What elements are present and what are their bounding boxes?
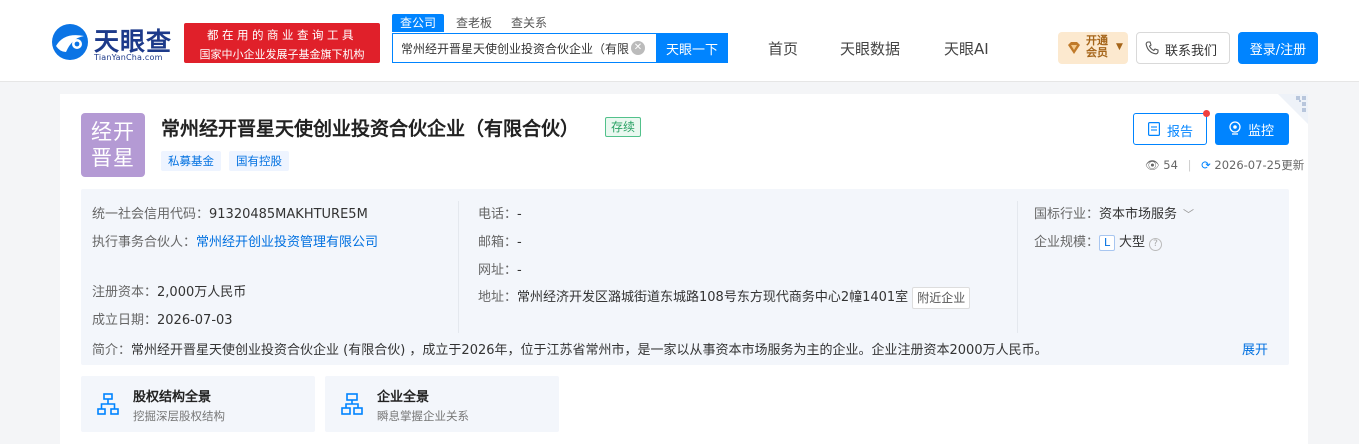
company-logo: 经开 晋星 [81, 113, 145, 177]
partner-row: 执行事务合伙人：常州经开创业投资管理有限公司 [92, 231, 378, 250]
feature-enterprise-title: 企业全景 [377, 390, 430, 405]
enterprise-network-icon [341, 393, 363, 415]
login-register-button[interactable]: 登录/注册 [1238, 32, 1318, 64]
company-name: 常州经开晋星天使创业投资合伙企业（有限合伙） [161, 118, 580, 140]
help-icon[interactable]: ? [1149, 238, 1163, 251]
website-value: - [517, 263, 522, 278]
view-count: 54 [1163, 158, 1178, 172]
refresh-icon[interactable]: ⟳ [1201, 158, 1211, 172]
view-update-meta: 👁 54 | ⟳ 2026-07-25更新 [1145, 157, 1304, 173]
tab-search-boss[interactable]: 查老板 [456, 14, 492, 32]
clear-icon[interactable]: ✕ [631, 41, 645, 55]
slogan-line-2: 国家中小企业发展子基金旗下机构 [199, 48, 365, 61]
top-header: 天眼查 TianYanCha.com 都在用的商业查询工具 国家中小企业发展子基… [0, 0, 1359, 82]
summary-row: 简介：常州经开晋星天使创业投资合伙企业 (有限合伙) ，成立于2026年，位于江… [92, 339, 1048, 358]
scale-row: 企业规模： L 大型? [1034, 231, 1163, 251]
site-logo[interactable]: 天眼查 TianYanCha.com [50, 20, 180, 68]
vip-button[interactable]: 开通 会员 ▼ [1058, 32, 1128, 64]
update-date: 2026-07-25更新 [1214, 158, 1305, 172]
website-row: 网址：- [478, 259, 522, 278]
document-icon [1148, 122, 1160, 136]
tab-search-relation[interactable]: 查关系 [511, 14, 547, 32]
report-label: 报告 [1167, 125, 1194, 140]
search-box: ✕ 天眼一下 [392, 33, 728, 63]
vip-label-line-2: 会员 [1086, 46, 1108, 59]
feature-equity-structure[interactable]: 股权结构全景 挖掘深层股权结构 [81, 376, 315, 432]
monitor-button[interactable]: 监控 [1215, 113, 1289, 145]
vip-label: 开通 会员 [1086, 35, 1108, 59]
credit-code-row: 统一社会信用代码：91320485MAKHTURE5M [92, 203, 368, 222]
eye-icon: 👁 [1145, 158, 1160, 172]
expand-link[interactable]: 展开 [1242, 339, 1268, 358]
tag-private-fund[interactable]: 私募基金 [161, 151, 221, 171]
company-card: 经开 晋星 常州经开晋星天使创业投资合伙企业（有限合伙） 存续 私募基金 国有控… [60, 94, 1308, 444]
founded-row: 成立日期：2026-07-03 [92, 309, 233, 328]
company-logo-line-1: 经开 [91, 120, 135, 144]
info-divider-2 [1017, 201, 1018, 333]
email-row: 邮箱：- [478, 231, 522, 250]
diamond-icon [1068, 42, 1080, 54]
equity-structure-icon [97, 393, 119, 415]
summary-label: 简介： [92, 343, 132, 358]
search-button[interactable]: 天眼一下 [656, 33, 728, 63]
email-label: 邮箱： [478, 235, 518, 250]
phone-row: 电话：- [478, 203, 522, 222]
address-label: 地址： [478, 290, 518, 305]
capital-label: 注册资本： [92, 285, 158, 300]
founded-label: 成立日期： [92, 313, 158, 328]
phone-value: - [517, 207, 522, 222]
address-value: 常州经济开发区潞城街道东城路108号东方现代商务中心2幢1401室 [517, 290, 909, 305]
monitor-icon [1229, 121, 1241, 135]
slogan-line-1: 都在用的商业查询工具 [207, 28, 357, 42]
industry-label: 国标行业： [1034, 207, 1100, 222]
summary-text: 常州经开晋星天使创业投资合伙企业 (有限合伙) ，成立于2026年，位于江苏省常… [131, 343, 1048, 358]
slogan-banner: 都在用的商业查询工具 国家中小企业发展子基金旗下机构 [184, 23, 380, 63]
founded-value: 2026-07-03 [157, 313, 233, 328]
credit-code-value[interactable]: 91320485MAKHTURE5M [209, 207, 368, 222]
monitor-label: 监控 [1248, 124, 1275, 139]
address-row: 地址：常州经济开发区潞城街道东城路108号东方现代商务中心2幢1401室 附近企业 [478, 286, 971, 309]
partner-label: 执行事务合伙人： [92, 235, 197, 250]
email-value: - [517, 235, 522, 250]
chevron-down-icon[interactable]: ﹀ [1183, 206, 1194, 222]
feature-equity-subtitle: 挖掘深层股权结构 [133, 409, 225, 423]
nearby-companies-button[interactable]: 附近企业 [912, 286, 971, 309]
company-logo-line-2: 晋星 [91, 146, 135, 170]
credit-code-label: 统一社会信用代码： [92, 207, 210, 222]
report-button[interactable]: 报告 [1133, 113, 1207, 145]
partner-link[interactable]: 常州经开创业投资管理有限公司 [196, 235, 378, 250]
notification-dot [1203, 110, 1210, 117]
caret-down-icon: ▼ [1116, 42, 1123, 52]
scale-badge: L [1099, 235, 1116, 251]
basic-info-panel: 统一社会信用代码：91320485MAKHTURE5M 执行事务合伙人：常州经开… [81, 189, 1289, 365]
phone-icon [1145, 41, 1159, 55]
scale-label: 企业规模： [1034, 235, 1100, 250]
contact-label: 联系我们 [1165, 44, 1218, 59]
nav-home[interactable]: 首页 [768, 38, 798, 59]
website-label: 网址： [478, 263, 518, 278]
capital-row: 注册资本：2,000万人民币 [92, 281, 246, 300]
meta-separator: | [1187, 158, 1192, 172]
status-badge: 存续 [605, 117, 642, 137]
nav-tianyan-ai[interactable]: 天眼AI [944, 38, 989, 59]
feature-equity-title: 股权结构全景 [133, 390, 212, 405]
tag-state-owned[interactable]: 国有控股 [229, 151, 289, 171]
search-input[interactable] [393, 34, 629, 62]
capital-value: 2,000万人民币 [157, 285, 247, 300]
scale-value: 大型 [1119, 235, 1146, 250]
nav-tianyan-data[interactable]: 天眼数据 [840, 38, 900, 59]
contact-button[interactable]: 联系我们 [1136, 32, 1230, 64]
feature-enterprise-subtitle: 瞬息掌握企业关系 [377, 409, 469, 423]
tab-search-company[interactable]: 查公司 [392, 14, 445, 32]
industry-row: 国标行业：资本市场服务 ﹀ [1034, 203, 1194, 222]
feature-enterprise-overview[interactable]: 企业全景 瞬息掌握企业关系 [325, 376, 559, 432]
tianyancha-logo-icon [52, 24, 88, 60]
phone-label: 电话： [478, 207, 518, 222]
info-divider-1 [458, 201, 459, 333]
logo-domain: TianYanCha.com [94, 53, 163, 62]
industry-value[interactable]: 资本市场服务 [1099, 207, 1177, 222]
